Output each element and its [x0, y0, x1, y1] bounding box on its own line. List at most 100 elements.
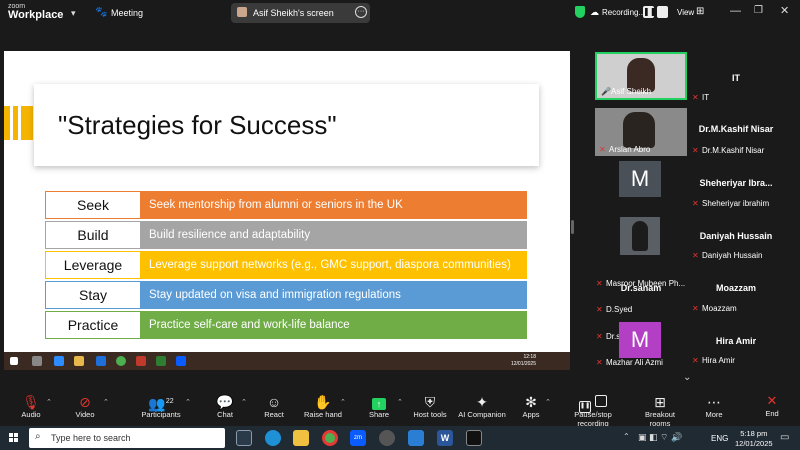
system-clock[interactable]: 5:18 pm 12/01/2025: [735, 429, 773, 449]
participant-title: IT: [732, 73, 740, 83]
mic-muted-icon: ✕: [692, 251, 699, 260]
chevron-up-icon[interactable]: ⌃: [103, 398, 109, 406]
strategy-row: Stay Stay updated on visa and immigratio…: [45, 281, 527, 309]
participants-button[interactable]: 👥22 Participants: [141, 394, 181, 419]
terminal-icon[interactable]: [466, 430, 482, 446]
participant-title: Dr.M.Kashif Nisar: [698, 124, 774, 134]
edge-icon[interactable]: [265, 430, 281, 446]
taskbar-app-icon: [116, 356, 126, 366]
word-icon[interactable]: W: [437, 430, 453, 446]
slide-title: "Strategies for Success": [58, 110, 337, 140]
chevron-up-icon[interactable]: ⌃: [340, 398, 346, 406]
more-options-icon[interactable]: ···: [355, 6, 367, 18]
chat-button[interactable]: 💬 Chat: [214, 394, 236, 419]
cloud-icon: ☁: [590, 7, 599, 17]
chrome-profile-icon[interactable]: [379, 430, 395, 446]
participant-video[interactable]: [620, 217, 660, 255]
more-button[interactable]: ⋯ More: [703, 394, 725, 419]
tray-chevron-icon[interactable]: ⌃: [623, 432, 630, 441]
windows-taskbar: ⌕ Type here to search zm W ⌃ ▣ ◧ ⌔ 🔊 ENG…: [0, 426, 800, 450]
recording-label: Recording...: [602, 8, 646, 17]
strategy-text: Leverage support networks (e.g., GMC sup…: [141, 251, 527, 279]
minimize-icon[interactable]: —: [730, 5, 741, 17]
restore-icon[interactable]: ❐: [754, 5, 763, 16]
pause-icon[interactable]: ❚❚: [643, 6, 656, 18]
chevron-up-icon[interactable]: ⌃: [545, 398, 551, 406]
more-icon: ⋯: [707, 394, 721, 410]
mic-muted-icon: ✕: [692, 146, 699, 155]
chevron-up-icon[interactable]: ⌃: [397, 398, 403, 406]
view-grid-icon[interactable]: ⊞: [696, 6, 704, 17]
stop-icon[interactable]: [657, 6, 668, 18]
paw-icon: 🐾: [95, 7, 108, 18]
react-icon: ☺: [266, 394, 282, 410]
participant-label: ✕ Moazzam: [692, 304, 737, 313]
breakout-rooms-button[interactable]: ⊞ Breakout rooms: [635, 394, 685, 428]
panel-resize-handle[interactable]: [571, 220, 574, 234]
strategy-text: Build resilience and adaptability: [141, 221, 527, 249]
video-button[interactable]: ⊘ Video: [72, 394, 98, 419]
tray-icons[interactable]: ▣ ◧ ⌔ 🔊: [638, 432, 682, 443]
language-indicator[interactable]: ENG: [711, 434, 728, 443]
participant-video: [623, 112, 655, 148]
audio-button[interactable]: 🎙 Audio: [18, 394, 44, 419]
zoom-top-bar: zoom Workplace ▾ 🐾 Meeting Asif Sheikh's…: [0, 0, 800, 26]
mic-muted-icon: ✕: [692, 356, 699, 365]
strategy-key: Build: [45, 221, 141, 249]
presenter-clock: 12:18 12/01/2025: [510, 354, 536, 367]
participant-label: ✕ Dr.M.Kashif Nisar: [692, 146, 765, 155]
meeting-label[interactable]: Meeting: [111, 8, 143, 18]
taskbar-app-icon: [156, 356, 166, 366]
participant-label: ✕ Sheheriyar ibrahim: [692, 199, 770, 208]
participant-tile[interactable]: 🎤 Asif Sheikh: [595, 52, 687, 100]
video-off-icon: ⊘: [79, 394, 91, 410]
react-button[interactable]: ☺ React: [263, 394, 285, 419]
participant-title: Daniyah Hussain: [699, 231, 773, 241]
chrome-icon[interactable]: [322, 430, 338, 446]
taskbar-app-icon: [32, 356, 42, 366]
chevron-down-icon[interactable]: ▾: [71, 8, 76, 19]
strategy-row: Build Build resilience and adaptability: [45, 221, 527, 249]
apps-button[interactable]: ✻ Apps: [521, 394, 541, 419]
participant-label: ✕ Daniyah Hussain: [692, 251, 763, 260]
chevron-up-icon[interactable]: ⌃: [185, 398, 191, 406]
participant-avatar: M: [619, 161, 661, 197]
taskbar-app-icon: [96, 356, 106, 366]
end-button[interactable]: ✕ End: [757, 393, 787, 423]
participant-title: Moazzam: [715, 283, 756, 293]
participant-label: ✕ Hira Amir: [692, 356, 735, 365]
mic-muted-icon: ✕: [692, 93, 699, 102]
ai-companion-button[interactable]: ✦ AI Companion: [458, 394, 506, 419]
presenter-taskbar: 12:18 12/01/2025: [4, 352, 570, 370]
strategy-key: Seek: [45, 191, 141, 219]
chevron-up-icon[interactable]: ⌃: [46, 398, 52, 406]
participant-tile[interactable]: ✕ Arslan Abro: [595, 108, 687, 156]
zoom-app-icon[interactable]: zm: [350, 430, 366, 446]
shield-icon: ⛨: [424, 394, 436, 410]
notifications-icon[interactable]: ▭: [780, 432, 789, 443]
windows-start-icon[interactable]: [9, 433, 19, 443]
raise-hand-button[interactable]: ✋ Raise hand: [304, 394, 342, 419]
pause-stop-icon: ❚❚: [560, 394, 626, 413]
task-view-icon[interactable]: [236, 430, 252, 446]
apps-icon: ✻: [525, 394, 537, 410]
share-button[interactable]: ↑ Share: [367, 394, 391, 419]
shield-check-icon: [575, 6, 585, 18]
strategy-row: Leverage Leverage support networks (e.g.…: [45, 251, 527, 279]
chevron-up-icon[interactable]: ⌃: [241, 398, 247, 406]
mic-muted-icon: ✕: [596, 331, 603, 341]
close-icon[interactable]: ✕: [780, 4, 789, 17]
strategy-text: Seek mentorship from alumni or seniors i…: [141, 191, 527, 219]
screen-share-pill[interactable]: Asif Sheikh's screen ···: [231, 3, 370, 23]
taskbar-app-icon: [54, 356, 64, 366]
photos-icon[interactable]: [408, 430, 424, 446]
host-tools-button[interactable]: ⛨ Host tools: [412, 394, 448, 419]
yellow-accent-bars: [4, 106, 34, 140]
windows-start-icon: [10, 357, 18, 365]
gallery-scroll-down-icon[interactable]: ⌄: [683, 372, 691, 383]
screen-label: Asif Sheikh's screen: [253, 8, 334, 18]
taskbar-search-input[interactable]: ⌕ Type here to search: [29, 428, 225, 448]
view-label[interactable]: View: [677, 8, 694, 17]
pause-stop-recording-button[interactable]: ❚❚ Pause/stop recording: [560, 394, 626, 428]
file-explorer-icon[interactable]: [293, 430, 309, 446]
